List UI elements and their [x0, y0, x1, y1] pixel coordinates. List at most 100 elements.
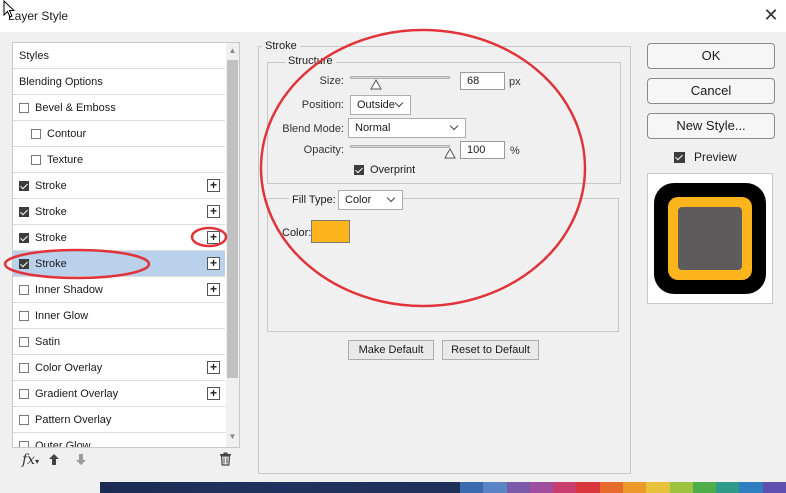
reset-default-button[interactable]: Reset to Default [442, 340, 539, 360]
style-item-checkbox[interactable] [19, 414, 29, 425]
style-item[interactable]: Gradient Overlay + [13, 381, 225, 407]
style-item-checkbox[interactable] [31, 154, 41, 165]
style-item-label: Color Overlay [35, 361, 103, 374]
style-item[interactable]: Styles [13, 43, 225, 69]
trash-icon[interactable] [219, 452, 232, 466]
overprint-checkbox[interactable]: Overprint [354, 164, 415, 176]
new-style-button[interactable]: New Style... [647, 113, 775, 139]
style-item-checkbox[interactable] [19, 232, 29, 243]
add-style-plus-icon[interactable]: + [207, 179, 220, 192]
make-default-button[interactable]: Make Default [348, 340, 434, 360]
style-item[interactable]: Stroke + [13, 225, 225, 251]
ok-button[interactable]: OK [647, 43, 775, 69]
color-swatch[interactable] [311, 220, 350, 243]
size-slider-thumb[interactable] [370, 78, 382, 90]
style-item-checkbox[interactable] [19, 180, 29, 191]
add-style-plus-icon[interactable]: + [207, 361, 220, 374]
style-item-label: Texture [47, 153, 84, 166]
style-item[interactable]: Bevel & Emboss [13, 95, 225, 121]
cancel-button[interactable]: Cancel [647, 78, 775, 104]
structure-group-title: Structure [285, 55, 336, 67]
preview-check[interactable] [674, 151, 685, 163]
arrow-up-icon[interactable] [48, 453, 60, 466]
fx-button[interactable]: fx▾ [22, 452, 39, 468]
scroll-up-icon[interactable]: ▲ [226, 44, 239, 58]
close-icon[interactable]: ✕ [760, 4, 782, 26]
list-scrollbar-thumb[interactable] [227, 60, 238, 378]
style-item-label: Styles [19, 49, 49, 62]
opacity-slider-track[interactable] [350, 145, 450, 148]
style-item[interactable]: Outer Glow [13, 433, 225, 447]
style-item[interactable]: Contour [13, 121, 225, 147]
fill-type-label: Fill Type: [289, 194, 339, 206]
style-item-checkbox[interactable] [19, 102, 29, 113]
size-label: Size: [319, 75, 344, 87]
style-item[interactable]: Inner Glow [13, 303, 225, 329]
style-item-label: Blending Options [19, 75, 103, 88]
preview-thumbnail [647, 173, 773, 304]
color-label: Color: [282, 227, 312, 239]
style-item-checkbox[interactable] [19, 206, 29, 217]
title-bar [0, 0, 786, 32]
style-item-label: Bevel & Emboss [35, 101, 116, 114]
style-item-label: Stroke [35, 231, 67, 244]
size-slider-track[interactable] [350, 76, 450, 79]
style-item-checkbox[interactable] [19, 284, 29, 295]
style-item[interactable]: Color Overlay + [13, 355, 225, 381]
opacity-label: Opacity: [303, 144, 344, 156]
size-unit: px [509, 76, 521, 88]
blend-mode-label: Blend Mode: [282, 123, 344, 135]
style-item-label: Stroke [35, 257, 67, 270]
chevron-down-icon [449, 121, 459, 131]
style-item[interactable]: Satin [13, 329, 225, 355]
blend-mode-select[interactable]: Normal [348, 118, 466, 138]
style-item-label: Gradient Overlay [35, 387, 119, 400]
scroll-down-icon[interactable]: ▼ [226, 430, 239, 444]
preview-image [654, 183, 766, 294]
opacity-input[interactable]: 100 [460, 141, 505, 159]
fill-type-value: Color [345, 194, 372, 206]
style-item-checkbox[interactable] [19, 310, 29, 321]
fill-type-select[interactable]: Color [338, 190, 403, 210]
add-style-plus-icon[interactable]: + [207, 231, 220, 244]
style-item-checkbox[interactable] [31, 128, 41, 139]
style-item-label: Pattern Overlay [35, 413, 112, 426]
mouse-cursor-icon [3, 0, 16, 18]
fill-group [267, 198, 619, 332]
style-item[interactable]: Stroke + [13, 199, 225, 225]
add-style-plus-icon[interactable]: + [207, 283, 220, 296]
size-input[interactable]: 68 [460, 72, 505, 90]
opacity-unit: % [510, 145, 520, 157]
style-item[interactable]: Blending Options [13, 69, 225, 95]
arrow-down-icon[interactable] [75, 453, 87, 466]
add-style-plus-icon[interactable]: + [207, 257, 220, 270]
styles-list: Styles Blending Options Bevel & Emboss Cont… [12, 42, 240, 448]
style-item[interactable]: Stroke + [13, 251, 225, 277]
chevron-down-icon [386, 193, 396, 203]
style-item[interactable]: Stroke + [13, 173, 225, 199]
position-value: Outside [357, 99, 395, 111]
style-item-checkbox[interactable] [19, 388, 29, 399]
blend-mode-value: Normal [355, 122, 391, 134]
preview-label: Preview [694, 150, 737, 164]
add-style-plus-icon[interactable]: + [207, 387, 220, 400]
opacity-slider-thumb[interactable] [444, 147, 456, 159]
position-select[interactable]: Outside [350, 95, 411, 115]
style-item[interactable]: Texture [13, 147, 225, 173]
style-item[interactable]: Pattern Overlay [13, 407, 225, 433]
style-item-checkbox[interactable] [19, 440, 29, 447]
style-item-checkbox[interactable] [19, 362, 29, 373]
window-title: Layer Style [8, 9, 69, 23]
style-item-label: Satin [35, 335, 61, 348]
style-item[interactable]: Inner Shadow + [13, 277, 225, 303]
style-item-checkbox[interactable] [19, 336, 29, 347]
style-item-label: Inner Shadow [35, 283, 103, 296]
add-style-plus-icon[interactable]: + [207, 205, 220, 218]
preview-checkbox[interactable]: Preview [674, 150, 737, 164]
style-item-label: Contour [47, 127, 87, 140]
style-item-label: Stroke [35, 179, 67, 192]
style-item-checkbox[interactable] [19, 258, 29, 269]
style-item-label: Stroke [35, 205, 67, 218]
overprint-check[interactable] [354, 165, 364, 175]
fx-label: fx [22, 452, 36, 468]
